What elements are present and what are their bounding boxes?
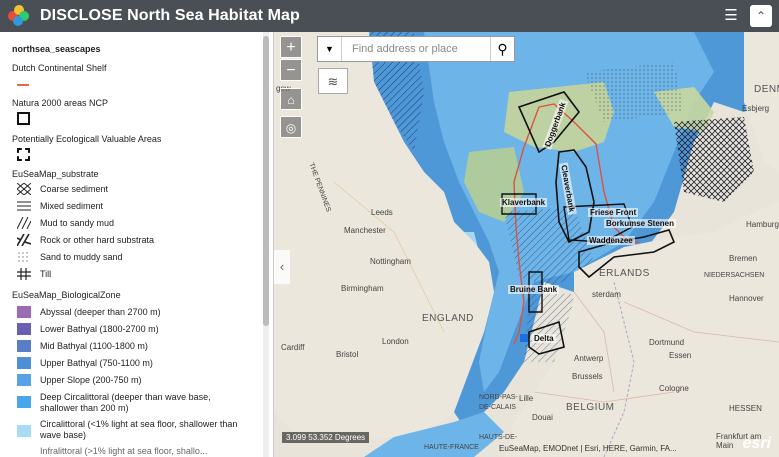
bio-heading: EuSeaMap_BiologicalZone	[12, 290, 121, 300]
map-label: Bremen	[729, 254, 758, 263]
area-label-friese-front: Friese Front	[588, 208, 639, 217]
search-icon[interactable]: ⚲	[490, 37, 514, 61]
eva-label: Potentially Ecologicall Valuable Areas	[12, 134, 162, 144]
map-label: BELGIUM	[566, 402, 615, 413]
locate-icon[interactable]: ◎	[280, 116, 302, 138]
map-label: NORD-PAS-	[479, 394, 518, 401]
sand-swatch	[18, 252, 28, 262]
esri-logo: esri	[742, 435, 771, 452]
legend-panel: northsea_seascapes Dutch Continental She…	[0, 32, 274, 457]
search-box: ▼ Find address or place ⚲	[317, 36, 515, 62]
app-logo-icon	[8, 5, 30, 27]
app-header: DISCLOSE North Sea Habitat Map ☰ ⌃	[0, 0, 779, 32]
legend-heading: northsea_seascapes	[12, 44, 101, 54]
map-label: Manchester	[344, 226, 386, 235]
bio-swatch	[17, 323, 31, 335]
map-label: HESSEN	[729, 404, 762, 413]
map-label: DENMARK	[754, 84, 779, 95]
eva-swatch	[17, 148, 30, 161]
substrate-label: Mud to sandy mud	[40, 218, 115, 228]
substrate-label: Rock or other hard substrata	[40, 235, 155, 245]
map-label: HAUTE-FRANCE	[424, 444, 479, 451]
bio-swatch	[17, 306, 31, 318]
zoom-in-button[interactable]: +	[280, 36, 302, 58]
till-swatch	[17, 268, 31, 280]
map-label: Brussels	[572, 372, 603, 381]
bio-swatch	[17, 396, 31, 408]
bio-label: Upper Slope (200-750 m)	[40, 375, 142, 385]
substrate-label: Sand to muddy sand	[40, 252, 123, 262]
area-label-borkumse-stenen: Borkumse Stenen	[604, 219, 677, 228]
map-label: HAUTS-DE-	[479, 434, 518, 441]
bio-swatch	[17, 340, 31, 352]
map-label: Antwerp	[574, 354, 604, 363]
mud-swatch	[17, 217, 31, 229]
search-source-dropdown[interactable]: ▼	[318, 37, 342, 61]
map-label: ERLANDS	[599, 268, 650, 279]
map-label: Nottingham	[370, 257, 411, 266]
map-label: Dortmund	[649, 338, 685, 347]
map-label: Bristol	[336, 350, 359, 359]
map-label: Esbjerg	[742, 104, 770, 113]
bio-swatch	[17, 357, 31, 369]
natura-swatch	[17, 112, 30, 125]
app-title: DISCLOSE North Sea Habitat Map	[40, 7, 300, 24]
map-label: ENGLAND	[422, 313, 474, 324]
map-label: Douai	[532, 413, 553, 422]
map-label: NIEDERSACHSEN	[704, 272, 765, 279]
map-attribution: EuSeaMap, EMODnet | Esri, HERE, Garmin, …	[499, 444, 677, 453]
area-label-waddenzee: Waddenzee	[587, 236, 635, 245]
bio-label: Deep Circalittoral (deeper than wave bas…	[40, 392, 211, 413]
map-label: Hannover	[729, 294, 764, 303]
legend-scroll-thumb[interactable]	[263, 36, 269, 326]
chevron-up-icon[interactable]: ⌃	[750, 5, 772, 27]
map-label: London	[382, 337, 409, 346]
search-input[interactable]: Find address or place	[342, 43, 490, 55]
map-view[interactable]: DENMARK Esbjerg Hamburg Bremen NIEDERSAC…	[274, 32, 779, 457]
dcs-line-swatch	[17, 84, 29, 86]
coarse-sediment-swatch	[17, 183, 31, 195]
area-label-delta: Delta	[532, 334, 556, 343]
map-label: Essen	[669, 351, 692, 360]
bio-label: Abyssal (deeper than 2700 m)	[40, 307, 161, 317]
bio-label: Upper Bathyal (750-1100 m)	[40, 358, 153, 368]
bio-label: Mid Bathyal (1100-1800 m)	[40, 341, 148, 351]
layers-icon[interactable]: ≋	[318, 68, 348, 94]
bio-label: Circalittoral (<1% light at sea floor, s…	[40, 419, 238, 440]
bio-swatch	[17, 374, 31, 386]
collapse-panel-button[interactable]: ‹	[274, 250, 290, 284]
coordinate-readout: 3.099 53.352 Degrees	[282, 432, 370, 443]
map-label: DE-CALAIS	[479, 404, 516, 411]
natura-label: Natura 2000 areas NCP	[12, 98, 109, 108]
map-label: sterdam	[592, 290, 621, 299]
home-icon[interactable]: ⌂	[280, 88, 302, 110]
dcs-label: Dutch Continental Shelf	[12, 63, 107, 73]
substrate-label: Till	[40, 269, 52, 279]
zoom-out-button[interactable]: −	[280, 59, 302, 81]
rock-swatch	[17, 234, 31, 246]
map-label: Hamburg	[746, 220, 779, 229]
map-label: Cologne	[659, 384, 689, 393]
bio-label: Lower Bathyal (1800-2700 m)	[40, 324, 159, 334]
map-label: Birmingham	[341, 284, 384, 293]
substrate-label: Coarse sediment	[40, 184, 109, 194]
substrate-label: Mixed sediment	[40, 201, 104, 211]
map-label: Leeds	[371, 208, 393, 217]
map-label: Cardiff	[281, 343, 305, 352]
mixed-sediment-swatch	[17, 201, 31, 211]
map-label: Lille	[519, 394, 534, 403]
area-label-bruine-bank: Bruine Bank	[508, 285, 560, 294]
substrate-heading: EuSeaMap_substrate	[12, 169, 99, 179]
list-icon[interactable]: ☰	[720, 5, 742, 27]
area-label-klaverbank: Klaverbank	[500, 198, 548, 207]
bio-label-partial: Infralittoral (>1% light at sea floor, s…	[40, 446, 208, 456]
bio-swatch	[17, 425, 31, 437]
